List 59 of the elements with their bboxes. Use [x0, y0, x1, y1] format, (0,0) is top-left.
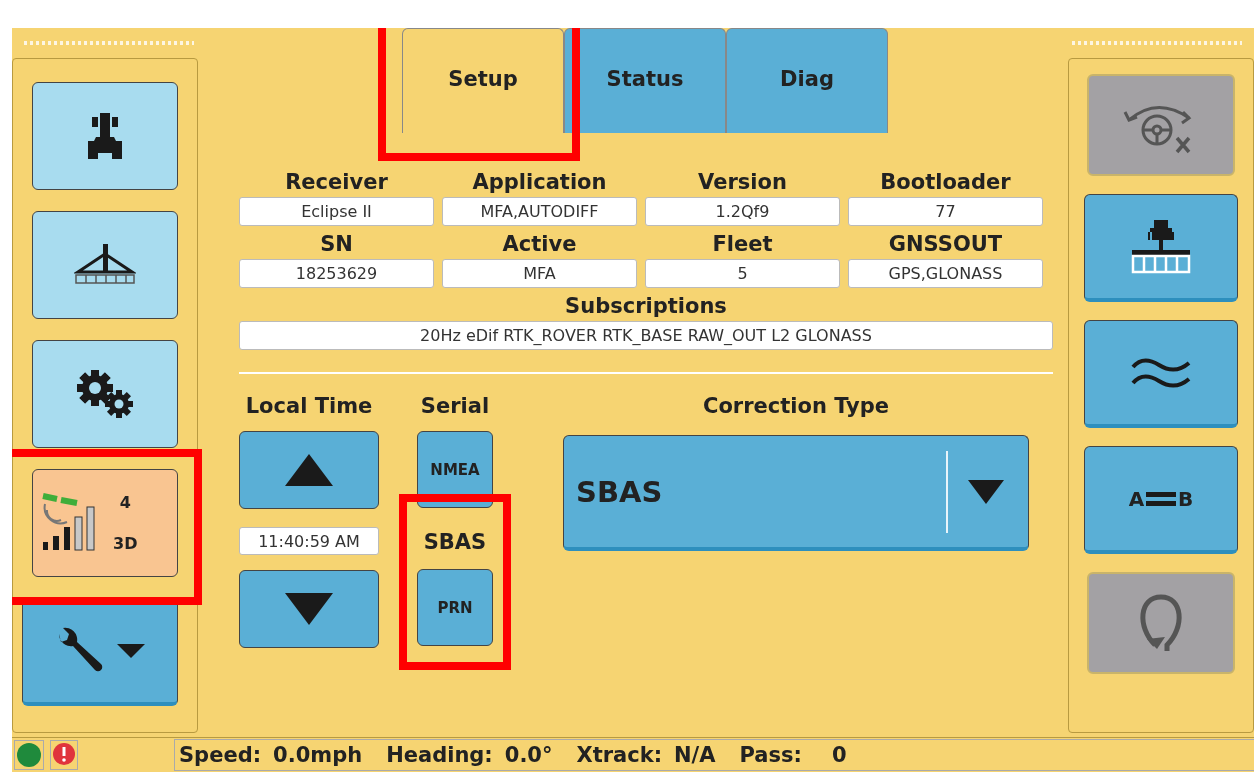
time-field[interactable]: 11:40:59 AM: [239, 527, 379, 555]
field-label: Application: [472, 170, 607, 194]
status-value: N/A: [674, 743, 716, 767]
value-field: 20Hz eDif RTK_ROVER RTK_BASE RAW_OUT L2 GLONASS: [239, 321, 1053, 350]
field-label: Correction Type: [703, 394, 889, 418]
status-ok-indicator: [17, 743, 41, 767]
field-label: Bootloader: [880, 170, 1011, 194]
field-label: Fleet: [712, 232, 773, 256]
field-label: Local Time: [245, 394, 373, 418]
field-label: Subscriptions: [565, 294, 727, 318]
status-label: Heading:: [386, 743, 493, 767]
status-label: Pass:: [739, 743, 802, 767]
alert-icon: [53, 743, 75, 765]
caret-icon: [117, 643, 145, 658]
field-label: Receiver: [285, 170, 388, 194]
down-triangle-icon: [285, 593, 333, 625]
value-field: MFA,AUTODIFF: [442, 197, 637, 226]
waves-button[interactable]: [1084, 320, 1238, 428]
implement-button[interactable]: [1084, 194, 1238, 302]
value-field: GPS,GLONASS: [848, 259, 1043, 288]
tractor-implement-icon: [1130, 217, 1192, 276]
status-label: Xtrack:: [576, 743, 663, 767]
satellite-count: 4: [118, 493, 132, 512]
field-label: Active: [502, 232, 577, 256]
grip-handle[interactable]: [1072, 41, 1242, 45]
decrement-button[interactable]: [239, 570, 379, 648]
field-label: SN: [320, 232, 353, 256]
field-label: GNSSOUT: [888, 232, 1003, 256]
value-field: MFA: [442, 259, 637, 288]
grip-handle[interactable]: [24, 41, 194, 45]
tractor-icon: [88, 111, 122, 161]
settings-button[interactable]: [32, 340, 178, 448]
status-label: Speed:: [179, 743, 262, 767]
status-value: 0.0°: [504, 743, 553, 767]
tab[interactable]: Setup: [402, 28, 564, 133]
increment-button[interactable]: [239, 431, 379, 509]
ab-line-button[interactable]: A B: [1084, 446, 1238, 554]
prn-button[interactable]: PRN: [417, 569, 493, 646]
status-value: 0: [831, 743, 847, 767]
field-label: SBAS: [423, 530, 487, 554]
up-triangle-icon: [285, 454, 333, 486]
ab-line-label: A B: [1128, 486, 1194, 511]
tab[interactable]: Diag: [726, 28, 888, 133]
field-label: Version: [698, 170, 787, 194]
value-field: 5: [645, 259, 840, 288]
status-value: 0.0mph: [273, 743, 363, 767]
caret-icon: [968, 479, 1004, 504]
field-label: Serial: [420, 394, 490, 418]
tractor-button[interactable]: [32, 82, 178, 190]
implement-button[interactable]: [32, 211, 178, 319]
value-field: 77: [848, 197, 1043, 226]
nmea-button[interactable]: NMEA: [417, 431, 493, 508]
fix-type: 3D: [113, 534, 138, 553]
value-field: Eclipse II: [239, 197, 434, 226]
correction-type-dropdown[interactable]: SBAS: [563, 435, 1029, 551]
value-field: 18253629: [239, 259, 434, 288]
tab[interactable]: Status: [564, 28, 726, 133]
gps-status-button[interactable]: 4 3D: [32, 469, 178, 577]
value-field: 1.2Qf9: [645, 197, 840, 226]
